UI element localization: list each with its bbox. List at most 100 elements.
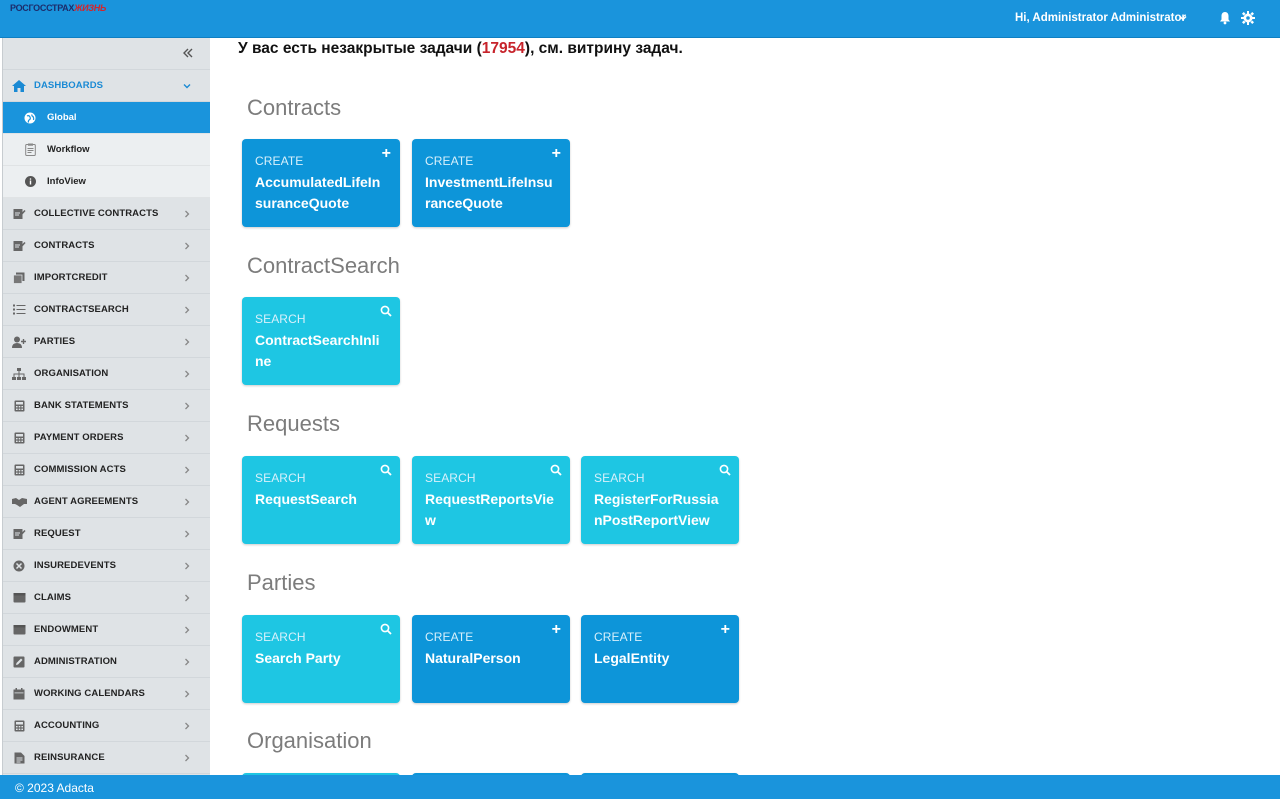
search-icon [380,623,392,635]
sidebar-item-request[interactable]: REQUEST [3,518,210,550]
tile-action: CREATE [255,154,304,168]
sidebar-item-label: PARTIES [34,336,76,347]
sidebar-item-label: CONTRACTSEARCH [34,304,129,315]
sidebar-item-label: INSUREDEVENTS [34,560,117,571]
section-title-contracts: Contracts [247,95,342,120]
user-plus-icon [11,335,27,349]
tile-name: LegalEntity [594,650,670,666]
sidebar-subitem-infoview[interactable]: InfoView [3,166,210,198]
user-menu[interactable]: Hi, Administrator Administrator [1015,12,1186,24]
sidebar-item-claims[interactable]: CLAIMS [3,582,210,614]
chevron-right-icon [185,306,190,314]
tile-action: CREATE [425,154,474,168]
sidebar-item-label: ORGANISATION [34,368,109,379]
dashboard-tile-naturalperson[interactable]: + CREATE NaturalPerson [412,615,570,703]
sidebar-item-organisation[interactable]: ORGANISATION [3,358,210,390]
sidebar-item-reinsurance[interactable]: REINSURANCE [3,742,210,774]
bell-icon[interactable] [1218,11,1232,25]
wallet-icon [11,623,27,637]
sidebar-subitem-global[interactable]: Global [3,102,210,134]
chevron-right-icon [185,498,190,506]
info-icon [23,176,37,187]
gear-icon[interactable] [1241,11,1255,25]
chevron-right-icon [185,210,190,218]
home-icon [11,79,27,93]
sidebar-item-collective-contracts[interactable]: COLLECTIVE CONTRACTS [3,198,210,230]
tile-action: CREATE [594,630,643,644]
sidebar-subitem-workflow[interactable]: Workflow [3,134,210,166]
dashboard-tile-investmentlifeinsurancequote[interactable]: + CREATE InvestmentLifeInsuranceQuote [412,139,570,227]
calculator-icon [11,431,27,445]
footer: © 2023 Adacta [0,775,1280,799]
copy-icon [11,271,27,285]
sidebar-item-label: AGENT AGREEMENTS [34,496,139,507]
calendar-icon [11,687,27,701]
sidebar-item-dashboards[interactable]: DASHBOARDS [3,70,210,102]
open-tasks-notice: У вас есть незакрытые задачи (17954), см… [238,40,683,57]
section-title-requests: Requests [247,411,340,436]
dashboard-tile-requestreportsview[interactable]: SEARCH RequestReportsView [412,456,570,544]
section-title-organisation: Organisation [247,728,372,753]
dashboard-tile-requestsearch[interactable]: SEARCH RequestSearch [242,456,400,544]
chevron-down-icon[interactable] [1178,13,1188,23]
sidebar-item-contractsearch[interactable]: CONTRACTSEARCH [3,294,210,326]
copyright: © 2023 Adacta [15,781,94,795]
sidebar-item-insuredevents[interactable]: INSUREDEVENTS [3,550,210,582]
chevron-right-icon [185,690,190,698]
globe-icon [23,112,37,124]
sidebar-item-importcredit[interactable]: IMPORTCREDIT [3,262,210,294]
chevron-right-icon [185,722,190,730]
search-icon [380,464,392,476]
dashboard-tile-search-party[interactable]: SEARCH Search Party [242,615,400,703]
sidebar-item-commission-acts[interactable]: COMMISSION ACTS [3,454,210,486]
file-icon [11,751,27,765]
wallet-icon [11,591,27,605]
chevron-right-icon [185,242,190,250]
tile-name: RegisterForRussianPostReportView [594,491,719,528]
sidebar-subitem-label: InfoView [47,176,86,187]
plus-icon: + [551,145,561,162]
logo[interactable]: РОСГОССТРАХЖИЗНЬ [10,3,106,13]
chevron-right-icon [185,434,190,442]
sidebar-collapse-button[interactable] [3,38,210,70]
tile-name: NaturalPerson [425,650,521,666]
tile-name: ContractSearchInline [255,332,380,369]
sidebar-item-payment-orders[interactable]: PAYMENT ORDERS [3,422,210,454]
sidebar-item-label: COLLECTIVE CONTRACTS [34,208,159,219]
tile-action: SEARCH [255,630,306,644]
sidebar-item-label: BANK STATEMENTS [34,400,129,411]
sidebar-subitem-label: Workflow [47,144,90,155]
sidebar-item-endowment[interactable]: ENDOWMENT [3,614,210,646]
sidebar-item-parties[interactable]: PARTIES [3,326,210,358]
edit-icon [11,655,27,669]
sidebar-item-accounting[interactable]: ACCOUNTING [3,710,210,742]
signature-icon [11,527,27,541]
chevron-right-icon [185,338,190,346]
open-tasks-count[interactable]: 17954 [482,40,525,57]
sidebar-item-contracts[interactable]: CONTRACTS [3,230,210,262]
sidebar-item-bank-statements[interactable]: BANK STATEMENTS [3,390,210,422]
calculator-icon [11,719,27,733]
dashboard-tile-contractsearchinline[interactable]: SEARCH ContractSearchInline [242,297,400,385]
sidebar-item-administration[interactable]: ADMINISTRATION [3,646,210,678]
dashboard-tile-legalentity[interactable]: + CREATE LegalEntity [581,615,739,703]
cross-circle-icon [11,559,27,573]
signature-icon [11,207,27,221]
chevron-down-icon [183,84,191,89]
dashboard-tile-registerforrussianpostreportview[interactable]: SEARCH RegisterForRussianPostReportView [581,456,739,544]
chevron-right-icon [185,658,190,666]
sidebar-item-label: DASHBOARDS [34,80,104,91]
sidebar-subitem-label: Global [47,112,77,123]
double-chevron-left-icon[interactable] [182,48,194,58]
clipboard-icon [23,143,37,156]
chevron-right-icon [185,626,190,634]
sidebar-item-label: REQUEST [34,528,81,539]
tile-action: SEARCH [594,471,645,485]
sidebar-item-agent-agreements[interactable]: AGENT AGREEMENTS [3,486,210,518]
main-content: У вас есть незакрытые задачи (17954), см… [210,38,1280,775]
tile-name: AccumulatedLifeInsuranceQuote [255,174,381,211]
sidebar-item-working-calendars[interactable]: WORKING CALENDARS [3,678,210,710]
dashboard-tile-accumulatedlifeinsurancequote[interactable]: + CREATE AccumulatedLifeInsuranceQuote [242,139,400,227]
top-bar: РОСГОССТРАХЖИЗНЬ Hi, Administrator Admin… [0,0,1280,38]
chevron-right-icon [185,562,190,570]
